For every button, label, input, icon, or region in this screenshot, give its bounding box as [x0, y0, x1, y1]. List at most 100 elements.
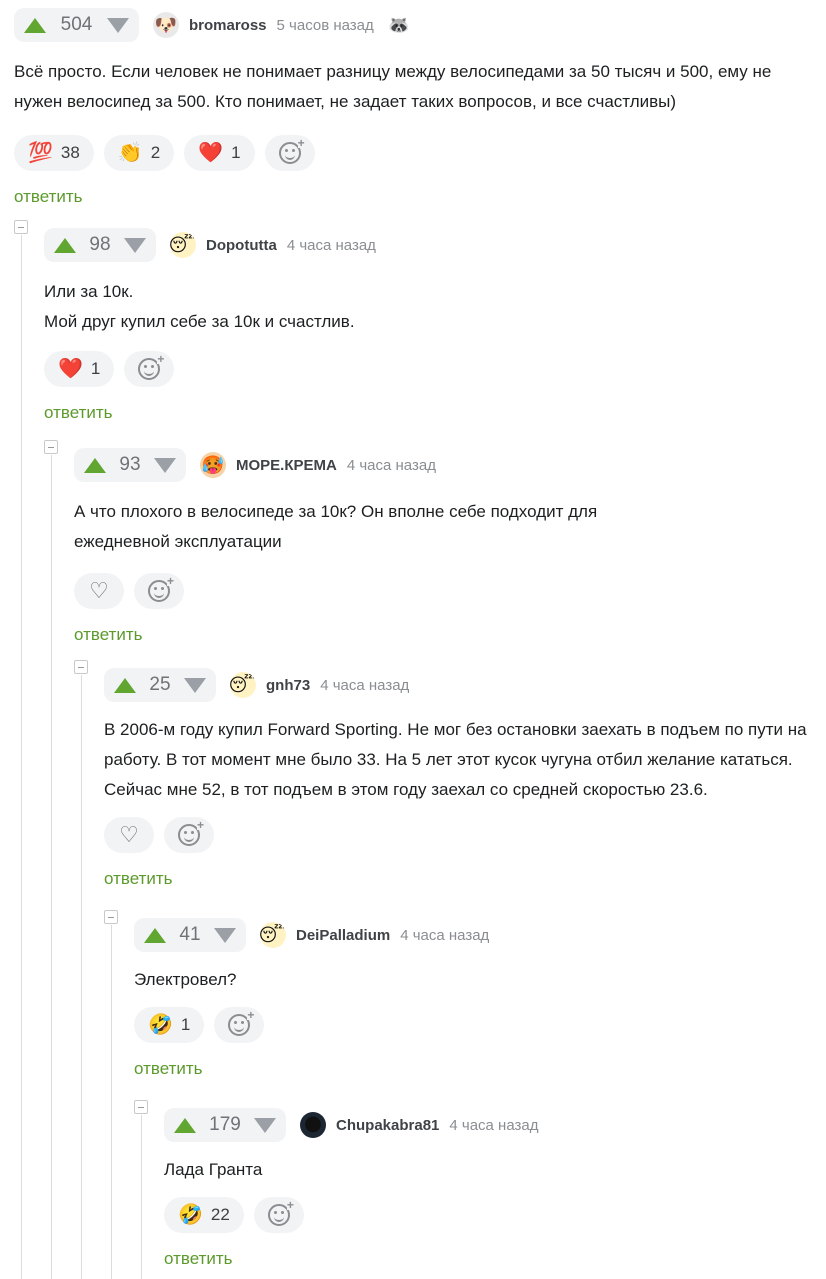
comment-text: В 2006-м году купил Forward Sporting. Не…	[104, 720, 807, 799]
author-name[interactable]: gnh73	[266, 677, 310, 694]
downvote-icon[interactable]	[123, 237, 146, 253]
award-icon[interactable]: 🦝	[388, 15, 410, 36]
upvote-icon[interactable]	[24, 17, 46, 33]
author-name[interactable]: МОРЕ.КРЕМА	[236, 457, 337, 474]
rating-value: 98	[89, 234, 111, 255]
upvote-icon[interactable]	[84, 457, 106, 473]
comment-time[interactable]: 4 часа назад	[320, 677, 409, 694]
comment: 98 😴 Dopotutta 4 часа назад Или за 10к. …	[44, 227, 814, 423]
add-emoji-icon: +	[228, 1009, 255, 1036]
comment-header: 179 🌑 Chupakabra81 4 часа назад	[164, 1107, 814, 1143]
comment: 504 🐶 bromaross 5 часов назад 🦝 Всё прос…	[14, 7, 814, 207]
rating-widget: 98	[44, 228, 156, 262]
rating-value: 25	[149, 674, 171, 695]
author-name[interactable]: Dopotutta	[206, 237, 277, 254]
upvote-icon[interactable]	[174, 1117, 196, 1133]
downvote-icon[interactable]	[153, 457, 176, 473]
add-reaction-button[interactable]: +	[253, 1197, 304, 1233]
avatar[interactable]: 🐶	[153, 12, 179, 38]
add-reaction-button[interactable]: +	[164, 817, 214, 853]
comment: 93 🥵 МОРЕ.КРЕМА 4 часа назад А что плохо…	[74, 447, 814, 645]
author-name[interactable]: DeiPalladium	[296, 927, 390, 944]
upvote-icon[interactable]	[54, 237, 76, 253]
reply-link[interactable]: ответить	[134, 1059, 203, 1079]
reaction-heart[interactable]: ❤️ 1	[44, 351, 115, 387]
heart-icon: ❤️	[58, 358, 83, 380]
reaction-count: 22	[210, 1205, 230, 1224]
avatar[interactable]: 😴	[260, 922, 286, 948]
add-emoji-icon: +	[278, 137, 305, 164]
comment-time[interactable]: 4 часа назад	[287, 237, 376, 254]
add-reaction-button[interactable]: +	[134, 573, 184, 609]
avatar[interactable]: 🌑	[300, 1112, 326, 1138]
heart-outline-icon: ♡	[119, 822, 139, 847]
collapse-button[interactable]	[134, 1100, 148, 1114]
reply-link[interactable]: ответить	[74, 625, 143, 645]
laugh-icon: 🤣	[148, 1014, 173, 1036]
author-name[interactable]: Chupakabra81	[336, 1117, 439, 1134]
hundred-icon: 💯	[28, 142, 53, 164]
thread-line	[141, 1115, 142, 1279]
comment-time[interactable]: 4 часа назад	[449, 1117, 538, 1134]
laugh-icon: 🤣	[178, 1204, 203, 1226]
upvote-icon[interactable]	[144, 927, 166, 943]
reply-link[interactable]: ответить	[164, 1249, 233, 1269]
comment-header: 93 🥵 МОРЕ.КРЕМА 4 часа назад	[74, 447, 814, 483]
downvote-icon[interactable]	[106, 17, 129, 33]
comment: 25 😴 gnh73 4 часа назад В 2006-м году ку…	[104, 667, 816, 889]
add-reaction-button[interactable]: +	[214, 1007, 265, 1043]
comment-text: Или за 10к. Мой друг купил себе за 10к и…	[44, 282, 355, 331]
heart-outline-icon: ♡	[89, 578, 109, 603]
heart-icon: ❤️	[198, 142, 224, 164]
avatar[interactable]: 😴	[170, 232, 196, 258]
reaction-heart[interactable]: ❤️ 1	[184, 135, 255, 171]
downvote-icon[interactable]	[253, 1117, 276, 1133]
rating-value: 504	[60, 14, 93, 35]
add-reaction-button[interactable]: +	[124, 351, 175, 387]
collapse-button[interactable]	[104, 910, 118, 924]
rating-widget: 41	[134, 918, 246, 952]
reply-link[interactable]: ответить	[104, 869, 173, 889]
add-emoji-icon: +	[267, 1199, 294, 1226]
rating-value: 93	[119, 454, 141, 475]
reaction-hundred[interactable]: 💯 38	[14, 135, 94, 171]
thread-line	[21, 235, 22, 1279]
add-reaction-button[interactable]: +	[264, 135, 315, 171]
reactions-bar: ❤️ 1 +	[44, 351, 814, 387]
comment-time[interactable]: 5 часов назад	[277, 17, 374, 34]
downvote-icon[interactable]	[183, 677, 206, 693]
reactions-bar: 🤣 22 +	[164, 1197, 814, 1233]
reaction-count: 2	[150, 143, 161, 162]
collapse-button[interactable]	[74, 660, 88, 674]
comment-text: А что плохого в велосипеде за 10к? Он вп…	[74, 502, 598, 551]
comment-text: Лада Гранта	[164, 1160, 263, 1179]
thread-line	[51, 455, 52, 1279]
comment-time[interactable]: 4 часа назад	[400, 927, 489, 944]
collapse-button[interactable]	[44, 440, 58, 454]
downvote-icon[interactable]	[213, 927, 236, 943]
reaction-count: 1	[231, 143, 241, 162]
rating-value: 179	[209, 1114, 241, 1135]
add-emoji-icon: +	[138, 353, 165, 380]
avatar[interactable]: 🥵	[200, 452, 226, 478]
author-name[interactable]: bromaross	[189, 17, 267, 34]
reaction-clap[interactable]: 👏 2	[103, 135, 175, 171]
reactions-bar: 💯 38 👏 2 ❤️ 1 +	[14, 135, 814, 171]
comment-time[interactable]: 4 часа назад	[347, 457, 436, 474]
reaction-laugh[interactable]: 🤣 1	[134, 1007, 205, 1043]
collapse-button[interactable]	[14, 220, 28, 234]
rating-value: 41	[179, 924, 201, 945]
comment-header: 41 😴 DeiPalladium 4 часа назад	[134, 917, 814, 953]
rating-widget: 179	[164, 1108, 286, 1142]
comment-text: Электровел?	[134, 970, 237, 989]
reply-link[interactable]: ответить	[44, 403, 113, 423]
reply-link[interactable]: ответить	[14, 187, 83, 207]
thread-line	[111, 925, 112, 1279]
like-button[interactable]: ♡	[74, 573, 124, 609]
upvote-icon[interactable]	[114, 677, 136, 693]
like-button[interactable]: ♡	[104, 817, 154, 853]
rating-widget: 504	[14, 8, 139, 42]
avatar[interactable]: 😴	[230, 672, 256, 698]
clap-icon: 👏	[117, 142, 143, 164]
reaction-laugh[interactable]: 🤣 22	[164, 1197, 244, 1233]
